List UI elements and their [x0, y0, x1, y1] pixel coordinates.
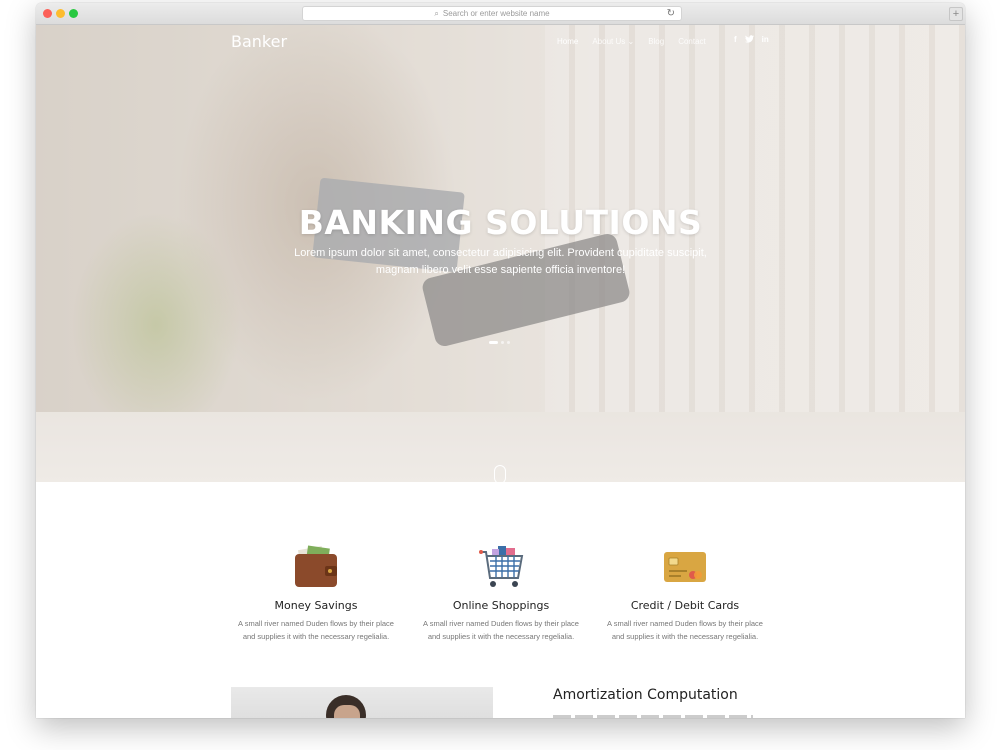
- credit-card-icon: [662, 544, 708, 590]
- shopping-cart-icon: [478, 544, 524, 590]
- nav-item-blog[interactable]: Blog: [648, 37, 664, 46]
- nav-item-about-us[interactable]: About Us ⌄: [592, 37, 634, 46]
- service-description: A small river named Duden flows by their…: [607, 619, 763, 641]
- service-card-online-shoppings: Online Shoppings A small river named Dud…: [421, 544, 581, 643]
- service-description: A small river named Duden flows by their…: [238, 619, 394, 641]
- address-bar[interactable]: ⌕ Search or enter website name ↻: [302, 6, 682, 21]
- minimize-window-button[interactable]: [56, 9, 65, 18]
- person-face: [334, 705, 360, 718]
- linkedin-icon[interactable]: in: [762, 35, 769, 45]
- slider-pagination: [489, 341, 510, 344]
- amortization-heading: Amortization Computation: [553, 687, 738, 703]
- slider-dot-3[interactable]: [507, 341, 510, 344]
- hero-subtitle-line-1: Lorem ipsum dolor sit amet, consectetur …: [294, 247, 707, 259]
- hero-subtitle-line-2: magnam libero velit esse sapiente offici…: [375, 264, 626, 276]
- hero-subtitle: Lorem ipsum dolor sit amet, consectetur …: [36, 245, 965, 279]
- service-description: A small river named Duden flows by their…: [423, 619, 579, 641]
- browser-window: ⌕ Search or enter website name ↻ + Banke…: [36, 3, 965, 718]
- facebook-icon[interactable]: f: [734, 35, 737, 45]
- new-tab-button[interactable]: +: [949, 7, 963, 21]
- nav-item-home[interactable]: Home: [557, 37, 578, 46]
- close-window-button[interactable]: [43, 9, 52, 18]
- maximize-window-button[interactable]: [69, 9, 78, 18]
- slider-dot-1[interactable]: [489, 341, 498, 344]
- service-title: Money Savings: [274, 599, 358, 612]
- twitter-icon[interactable]: [744, 35, 754, 45]
- slider-dot-2[interactable]: [501, 341, 504, 344]
- site-navbar: Banker Home About Us ⌄ Blog Contact f in: [36, 25, 965, 59]
- reload-icon[interactable]: ↻: [667, 8, 675, 19]
- person-photo: [231, 687, 493, 718]
- social-links: f in: [734, 35, 769, 45]
- amortization-text-preview: [553, 715, 753, 718]
- browser-toolbar: ⌕ Search or enter website name ↻ +: [36, 3, 965, 25]
- address-placeholder: Search or enter website name: [442, 9, 550, 18]
- nav-item-contact[interactable]: Contact: [678, 37, 706, 46]
- search-icon: ⌕: [434, 8, 439, 18]
- hero-title: BANKING SOLUTIONS: [298, 203, 703, 242]
- service-title: Credit / Debit Cards: [630, 599, 740, 612]
- scroll-down-mouse-icon[interactable]: [494, 465, 506, 482]
- main-menu: Home About Us ⌄ Blog Contact: [557, 37, 720, 46]
- wallet-icon: [293, 544, 339, 590]
- service-card-credit-debit-cards: Credit / Debit Cards A small river named…: [605, 544, 765, 643]
- service-title: Online Shoppings: [452, 599, 550, 612]
- service-card-money-savings: Money Savings A small river named Duden …: [236, 544, 396, 643]
- services-section: Money Savings A small river named Duden …: [36, 482, 965, 718]
- hero-banner: Banker Home About Us ⌄ Blog Contact f in…: [36, 25, 965, 482]
- site-logo[interactable]: Banker: [231, 32, 287, 51]
